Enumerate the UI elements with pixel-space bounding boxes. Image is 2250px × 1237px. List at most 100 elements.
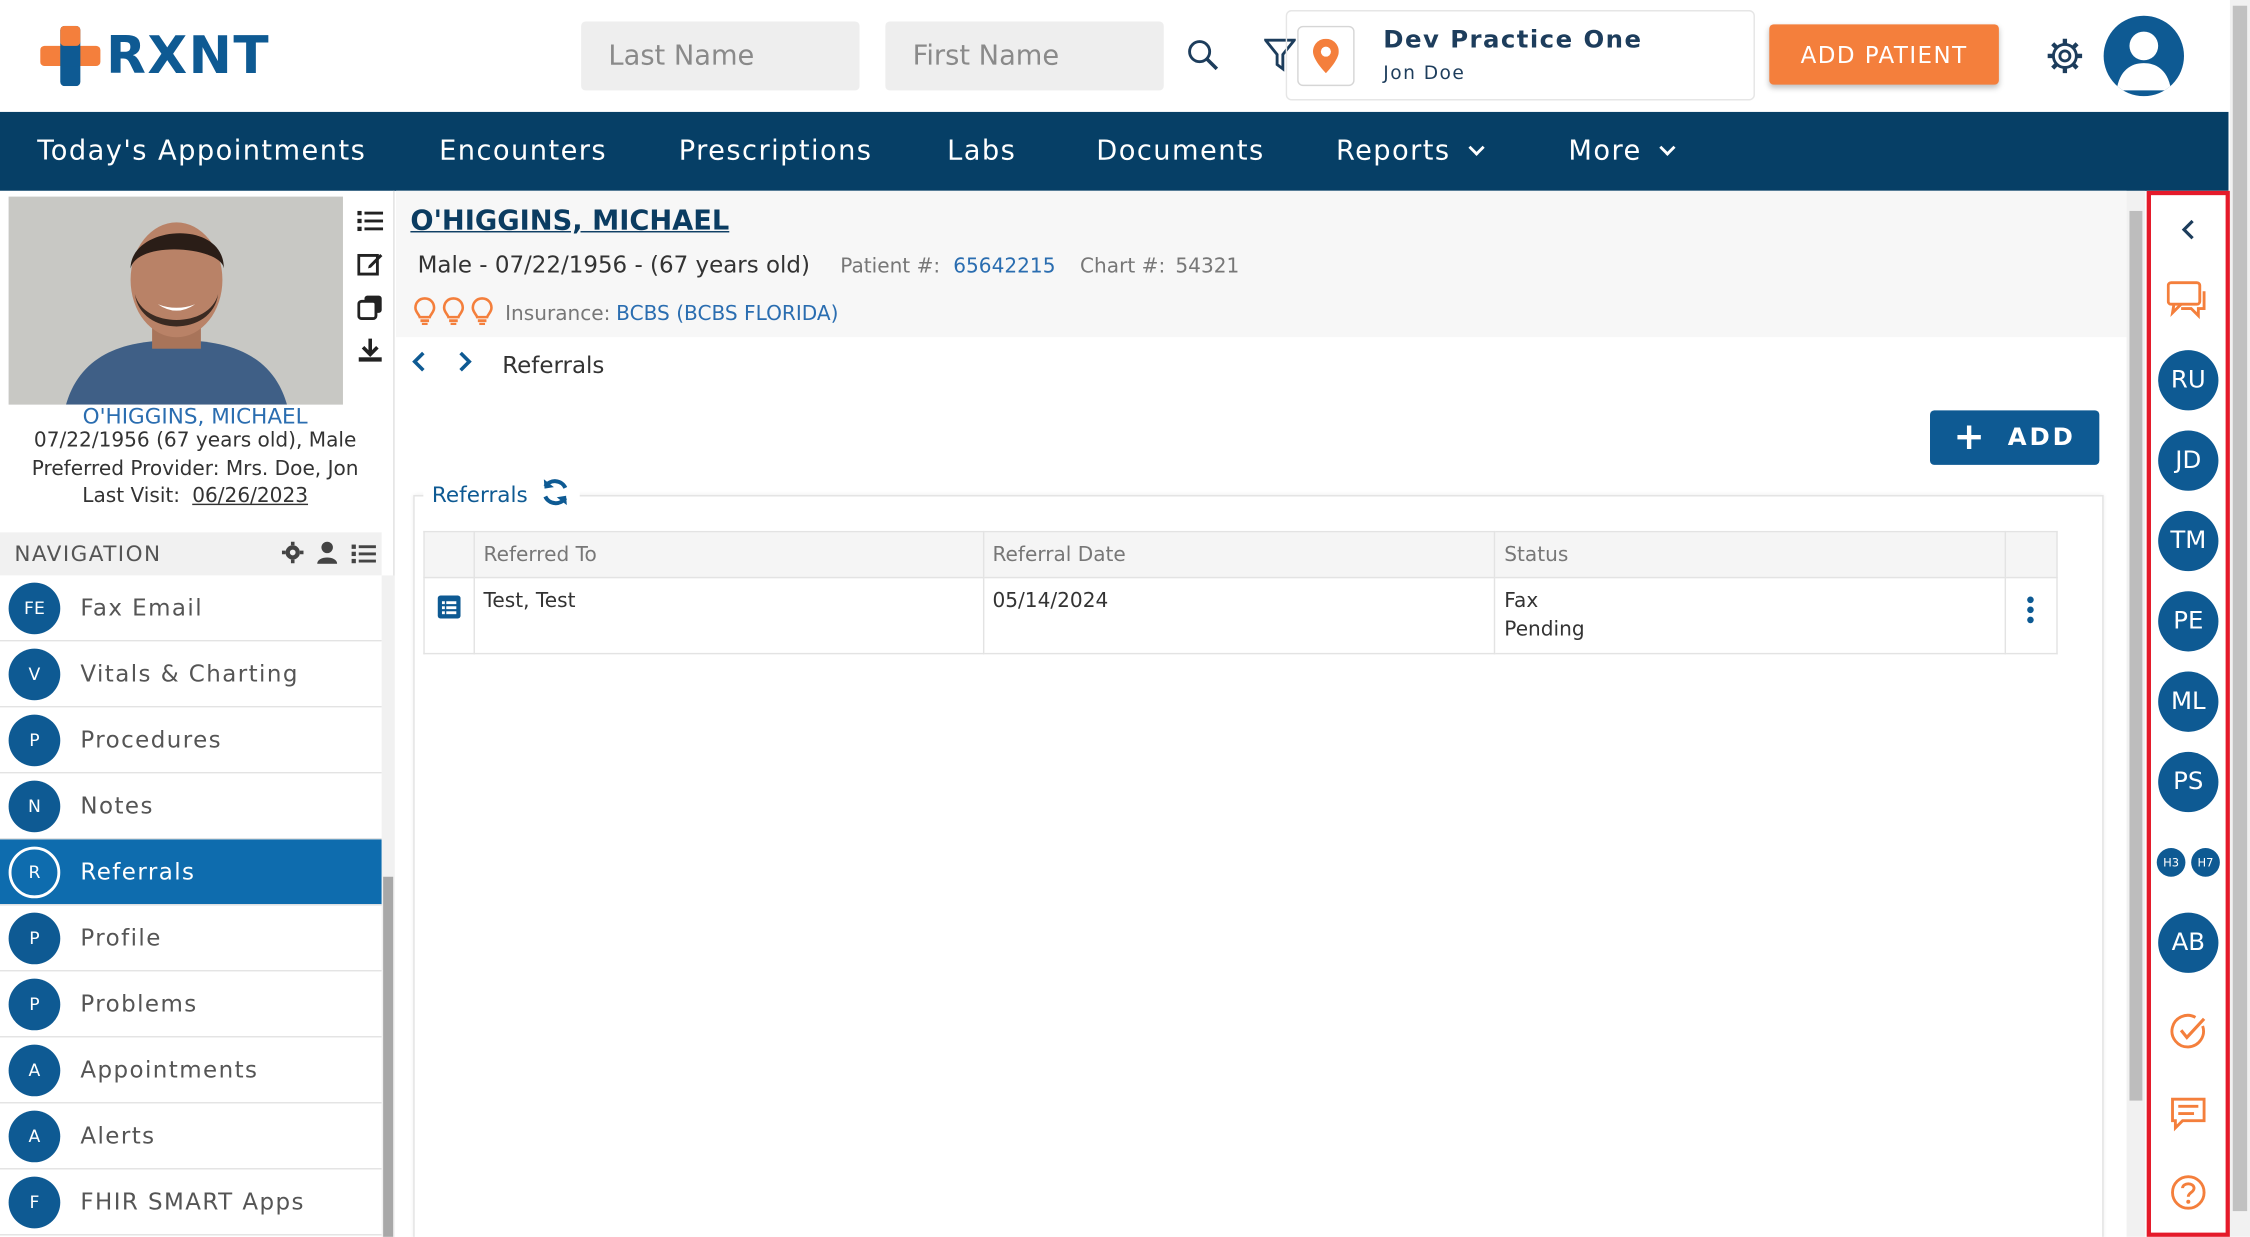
collapse-chevron-icon[interactable]: [2151, 212, 2226, 246]
avatar: ML: [2158, 671, 2219, 732]
rxnt-logo[interactable]: RXNT: [40, 25, 271, 87]
lightbulb-icon[interactable]: [442, 297, 465, 331]
lightbulb-icon[interactable]: [471, 297, 494, 331]
navigation-scrollbar[interactable]: [381, 575, 395, 1237]
nav-item-profile[interactable]: P Profile: [0, 905, 382, 972]
list-icon[interactable]: [350, 199, 390, 242]
user-avatar-icon[interactable]: [2103, 15, 2184, 97]
chevron-left-icon[interactable]: [410, 350, 427, 379]
nav-item-fax-email[interactable]: FE Fax Email: [0, 575, 382, 642]
last-name-input[interactable]: [581, 21, 860, 91]
nav-item-label: Procedures: [80, 726, 223, 754]
avatar-jd[interactable]: JD: [2151, 429, 2226, 492]
patient-num[interactable]: 65642215: [953, 255, 1055, 278]
table-header-referral-date[interactable]: Referral Date: [982, 530, 1496, 579]
logo-text: RXNT: [106, 26, 271, 86]
patient-header: O'HIGGINS, MICHAEL Male - 07/22/1956 - (…: [396, 190, 2127, 338]
avatar-ml[interactable]: ML: [2151, 670, 2226, 733]
nav-item-label: Profile: [80, 924, 162, 952]
main-scrollbar[interactable]: [2126, 190, 2146, 1237]
referrals-panel-legend: Referrals: [423, 476, 580, 514]
nav-item-label: Notes: [80, 792, 154, 820]
nav-item-notes[interactable]: N Notes: [0, 773, 382, 840]
lightbulb-icon[interactable]: [413, 297, 436, 331]
table-header-referred-to[interactable]: Referred To: [473, 530, 984, 579]
details-list-icon[interactable]: [437, 595, 461, 624]
avatar: AB: [2158, 912, 2219, 973]
tasks-check-icon[interactable]: [2151, 1010, 2226, 1053]
nav-item-procedures[interactable]: P Procedures: [0, 707, 382, 774]
nav-item-fhir-smart-apps[interactable]: F FHIR SMART Apps: [0, 1169, 382, 1236]
referrals-table: Referred To Referral Date Status Test, T…: [423, 530, 2058, 655]
navigation-header: NAVIGATION: [0, 532, 382, 576]
nav-badge: A: [8, 1109, 61, 1162]
breadcrumb: Referrals: [410, 346, 604, 383]
nav-prescriptions[interactable]: Prescriptions: [679, 112, 873, 191]
download-icon[interactable]: [350, 329, 390, 372]
status-line: Fax: [1504, 589, 1539, 613]
table-header-status[interactable]: Status: [1494, 530, 2007, 579]
nav-more[interactable]: More: [1568, 112, 1676, 191]
patient-dob-line: 07/22/1956 (67 years old), Male: [33, 429, 357, 453]
gear-icon[interactable]: [2043, 34, 2086, 77]
kebab-menu-icon[interactable]: [2027, 596, 2036, 630]
mini-avatar-h3[interactable]: H3: [2156, 848, 2186, 877]
edit-icon[interactable]: [350, 243, 390, 286]
nav-item-appointments[interactable]: A Appointments: [0, 1037, 382, 1104]
plus-icon: +: [1953, 416, 1988, 460]
avatar-ab[interactable]: AB: [2151, 911, 2226, 974]
chat-bubbles-icon[interactable]: [2151, 276, 2226, 325]
list-icon[interactable]: [351, 542, 376, 569]
nav-item-vitals-charting[interactable]: V Vitals & Charting: [0, 641, 382, 708]
copy-icon[interactable]: [350, 286, 390, 329]
help-icon[interactable]: [2151, 1171, 2226, 1214]
nav-badge: P: [8, 911, 61, 964]
avatar-ps[interactable]: PS: [2151, 750, 2226, 813]
person-icon[interactable]: [317, 541, 338, 570]
nav-item-alerts[interactable]: A Alerts: [0, 1103, 382, 1170]
refresh-icon[interactable]: [539, 476, 571, 513]
mini-avatar-h7[interactable]: H7: [2191, 848, 2220, 877]
patient-name-link[interactable]: O'HIGGINS, MICHAEL: [0, 403, 390, 429]
nav-reports[interactable]: Reports: [1336, 112, 1485, 191]
last-visit-date[interactable]: 06/26/2023: [192, 485, 308, 508]
nav-encounters[interactable]: Encounters: [439, 112, 607, 191]
scrollbar-thumb[interactable]: [2232, 5, 2248, 1212]
first-name-input[interactable]: [885, 21, 1164, 91]
nav-item-label: Fax Email: [80, 594, 204, 622]
insurance-value[interactable]: BCBS (BCBS FLORIDA): [616, 303, 838, 326]
nav-todays-appointments[interactable]: Today's Appointments: [37, 112, 366, 191]
nav-badge: V: [8, 647, 61, 700]
patient-demographics: Male - 07/22/1956 - (67 years old): [417, 251, 810, 279]
avatar-tm[interactable]: TM: [2151, 509, 2226, 572]
nav-labs[interactable]: Labs: [947, 112, 1016, 191]
avatar: JD: [2158, 430, 2219, 491]
search-icon[interactable]: [1182, 34, 1222, 74]
last-visit-label: Last Visit:: [82, 485, 181, 508]
patient-photo: [8, 196, 343, 405]
nav-item-problems[interactable]: P Problems: [0, 971, 382, 1038]
scrollbar-thumb[interactable]: [2129, 210, 2143, 1101]
patient-title[interactable]: O'HIGGINS, MICHAEL: [410, 205, 729, 237]
avatar: PS: [2158, 751, 2219, 813]
location-pin-icon: [1297, 25, 1355, 87]
practice-selector[interactable]: Dev Practice One Jon Doe: [1285, 10, 1755, 101]
nav-item-referrals[interactable]: R Referrals: [0, 839, 382, 906]
add-patient-button[interactable]: ADD PATIENT: [1769, 24, 1999, 85]
gear-icon[interactable]: [281, 541, 304, 570]
nav-label: Documents: [1096, 134, 1265, 167]
chevron-right-icon[interactable]: [456, 350, 473, 379]
table-row[interactable]: Test, Test 05/14/2024 Fax Pending: [423, 576, 2058, 655]
add-referral-button[interactable]: + ADD: [1930, 410, 2100, 465]
message-icon[interactable]: [2151, 1092, 2226, 1135]
patient-num-label: Patient #:: [840, 255, 941, 279]
avatar-pe[interactable]: PE: [2151, 590, 2226, 653]
insurance-row: Insurance: BCBS (BCBS FLORIDA): [413, 297, 839, 331]
avatar-ru[interactable]: RU: [2151, 349, 2226, 412]
nav-documents[interactable]: Documents: [1096, 112, 1264, 191]
nav-badge: R: [8, 845, 61, 898]
page-scrollbar[interactable]: [2229, 0, 2250, 1237]
scrollbar-thumb[interactable]: [383, 876, 394, 1237]
nav-item-label: FHIR SMART Apps: [80, 1188, 305, 1216]
nav-badge: FE: [8, 581, 61, 634]
